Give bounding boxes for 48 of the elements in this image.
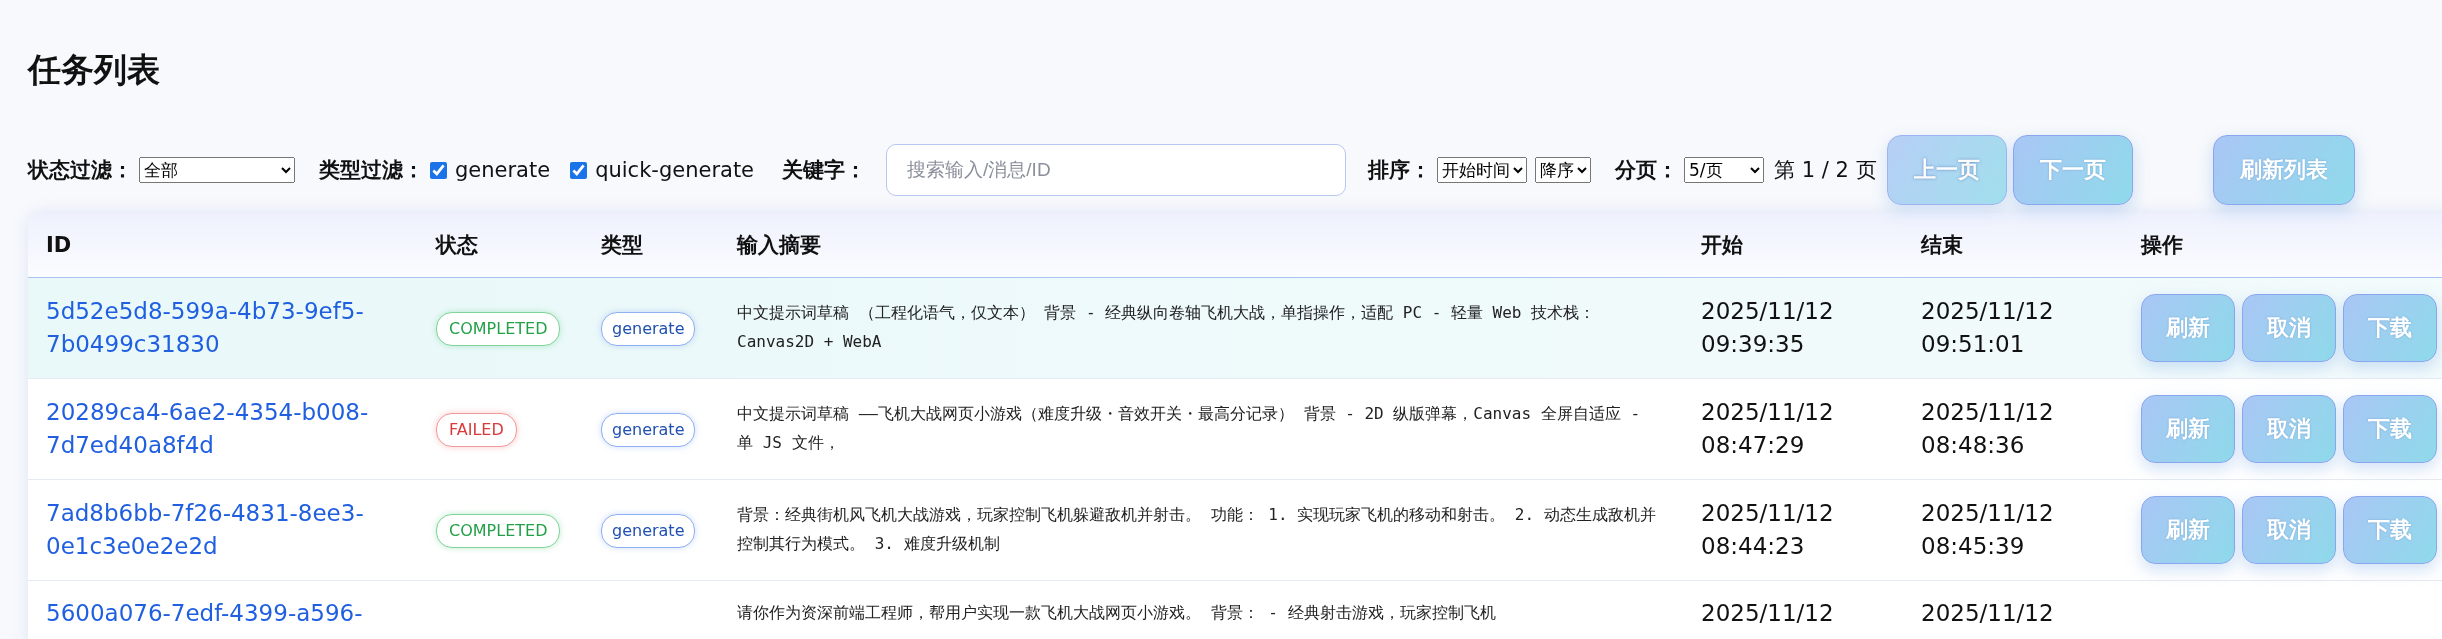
status-select[interactable]: 全部 [139, 157, 295, 183]
type-tag: generate [601, 312, 696, 346]
status-badge: FAILED [436, 413, 517, 447]
table-row[interactable]: 20289ca4-6ae2-4354-b008-7d7ed40a8f4d FAILED generate 中文提示词草稿 ——飞机大战网页小游戏（难度升级・音效开关・最高分记录） 背景 - 2D 纵版弹幕，Canvas 全屏自适应 - 单 JS 文件， 2025/11/12 08:47:29 2025/11/12 08:48:36 刷新 取消 下载 [28, 379, 2442, 480]
table-row[interactable]: 7ad8b6bb-7f26-4831-8ee3-0e1c3e0e2e2d COMPLETED generate 背景：经典街机风飞机大战游戏，玩家控制飞机躲避敌机并射击。 功能： 1. 实现玩家飞机的移动和射击。 2. 动态生成敌机并控制其行为模式。 3. 难度升级机制 2025/11/12 08:44:23 2025/11/12 08:45:39 刷新 取消 下载 [28, 480, 2442, 581]
type-checkbox[interactable] [430, 161, 447, 179]
checkbox-label: quick-generate [595, 158, 755, 182]
sort-order-select[interactable]: 降序 [1535, 157, 1592, 183]
column-header: 操作 [2139, 232, 2184, 259]
end-time: 2025/11/12 08:45:39 [1921, 498, 2055, 561]
checkbox-label: generate [455, 158, 551, 182]
column-header: ID [45, 233, 73, 257]
column-header: 状态 [434, 232, 479, 259]
status-badge: COMPLETED [436, 514, 561, 548]
column-header: 开始 [1700, 232, 1744, 259]
status-badge: COMPLETED [436, 312, 561, 346]
page-title: 任务列表 [28, 49, 161, 91]
page-indicator: 第 1 / 2 页 [1774, 157, 1877, 184]
type-tag: generate [601, 413, 696, 447]
task-id-link[interactable]: 5d52e5d8-599a-4b73-9ef5-7b0499c31830 [46, 294, 396, 362]
type-tag: generate [601, 514, 696, 548]
sort-label: 排序： [1368, 157, 1432, 184]
start-time: 2025/11/12 08:44:23 [1701, 498, 1835, 561]
type-checkbox[interactable] [570, 161, 588, 179]
page-size-label: 分页： [1615, 157, 1679, 184]
search-field[interactable]: 搜索输入/消息/ID [886, 144, 1347, 196]
page-size-select[interactable]: 5/页 [1684, 157, 1765, 183]
end-time: 2025/11/12 [1921, 599, 2055, 628]
task-id-link[interactable]: 5600a076-7edf-4399-a596- [46, 597, 396, 631]
sort-field-select[interactable]: 开始时间 [1437, 157, 1528, 183]
summary-text: 中文提示词草稿 ——飞机大战网页小游戏（难度升级・音效开关・最高分记录） 背景 - 2D 纵版弹幕，Canvas 全屏自适应 - 单 JS 文件， [737, 403, 1642, 454]
keyword-label: 关键字： [782, 157, 867, 184]
filter-label: 状态过滤： [28, 157, 133, 184]
column-header: 类型 [600, 232, 644, 259]
column-header: 输入摘要 [735, 232, 822, 259]
filter-label: 类型过滤： [319, 157, 424, 184]
end-time: 2025/11/12 08:48:36 [1921, 397, 2055, 460]
summary-text: 请你作为资深前端工程师，帮用户实现一款飞机大战网页小游戏。 背景： - 经典射击游戏，玩家控制飞机 [737, 602, 1497, 625]
table-row[interactable]: 5d52e5d8-599a-4b73-9ef5-7b0499c31830 COMPLETED generate 中文提示词草稿 （工程化语气，仅文本） 背景 - 经典纵向卷轴飞机大战，单指操作，适配 PC - 轻量 Web 技术栈：Canvas2D + WebA 2025/11/12 09:39:35 2025/11/12 09:51:01 刷新 取消 下载 [28, 278, 2442, 379]
end-time: 2025/11/12 09:51:01 [1921, 296, 2055, 359]
start-time: 2025/11/12 08:47:29 [1701, 397, 1835, 460]
summary-text: 中文提示词草稿 （工程化语气，仅文本） 背景 - 经典纵向卷轴飞机大战，单指操作，适配 PC - 轻量 Web 技术栈：Canvas2D + WebA [737, 302, 1597, 353]
column-header: 结束 [1920, 232, 1964, 259]
task-id-link[interactable]: 20289ca4-6ae2-4354-b008-7d7ed40a8f4d [46, 395, 396, 463]
task-id-link[interactable]: 7ad8b6bb-7f26-4831-8ee3-0e1c3e0e2e2d [46, 496, 396, 564]
start-time: 2025/11/12 09:39:35 [1701, 296, 1835, 359]
summary-text: 背景：经典街机风飞机大战游戏，玩家控制飞机躲避敌机并射击。 功能： 1. 实现玩家飞机的移动和射击。 2. 动态生成敌机并控制其行为模式。 3. 难度升级机制 [737, 504, 1657, 555]
start-time: 2025/11/12 [1701, 599, 1835, 628]
